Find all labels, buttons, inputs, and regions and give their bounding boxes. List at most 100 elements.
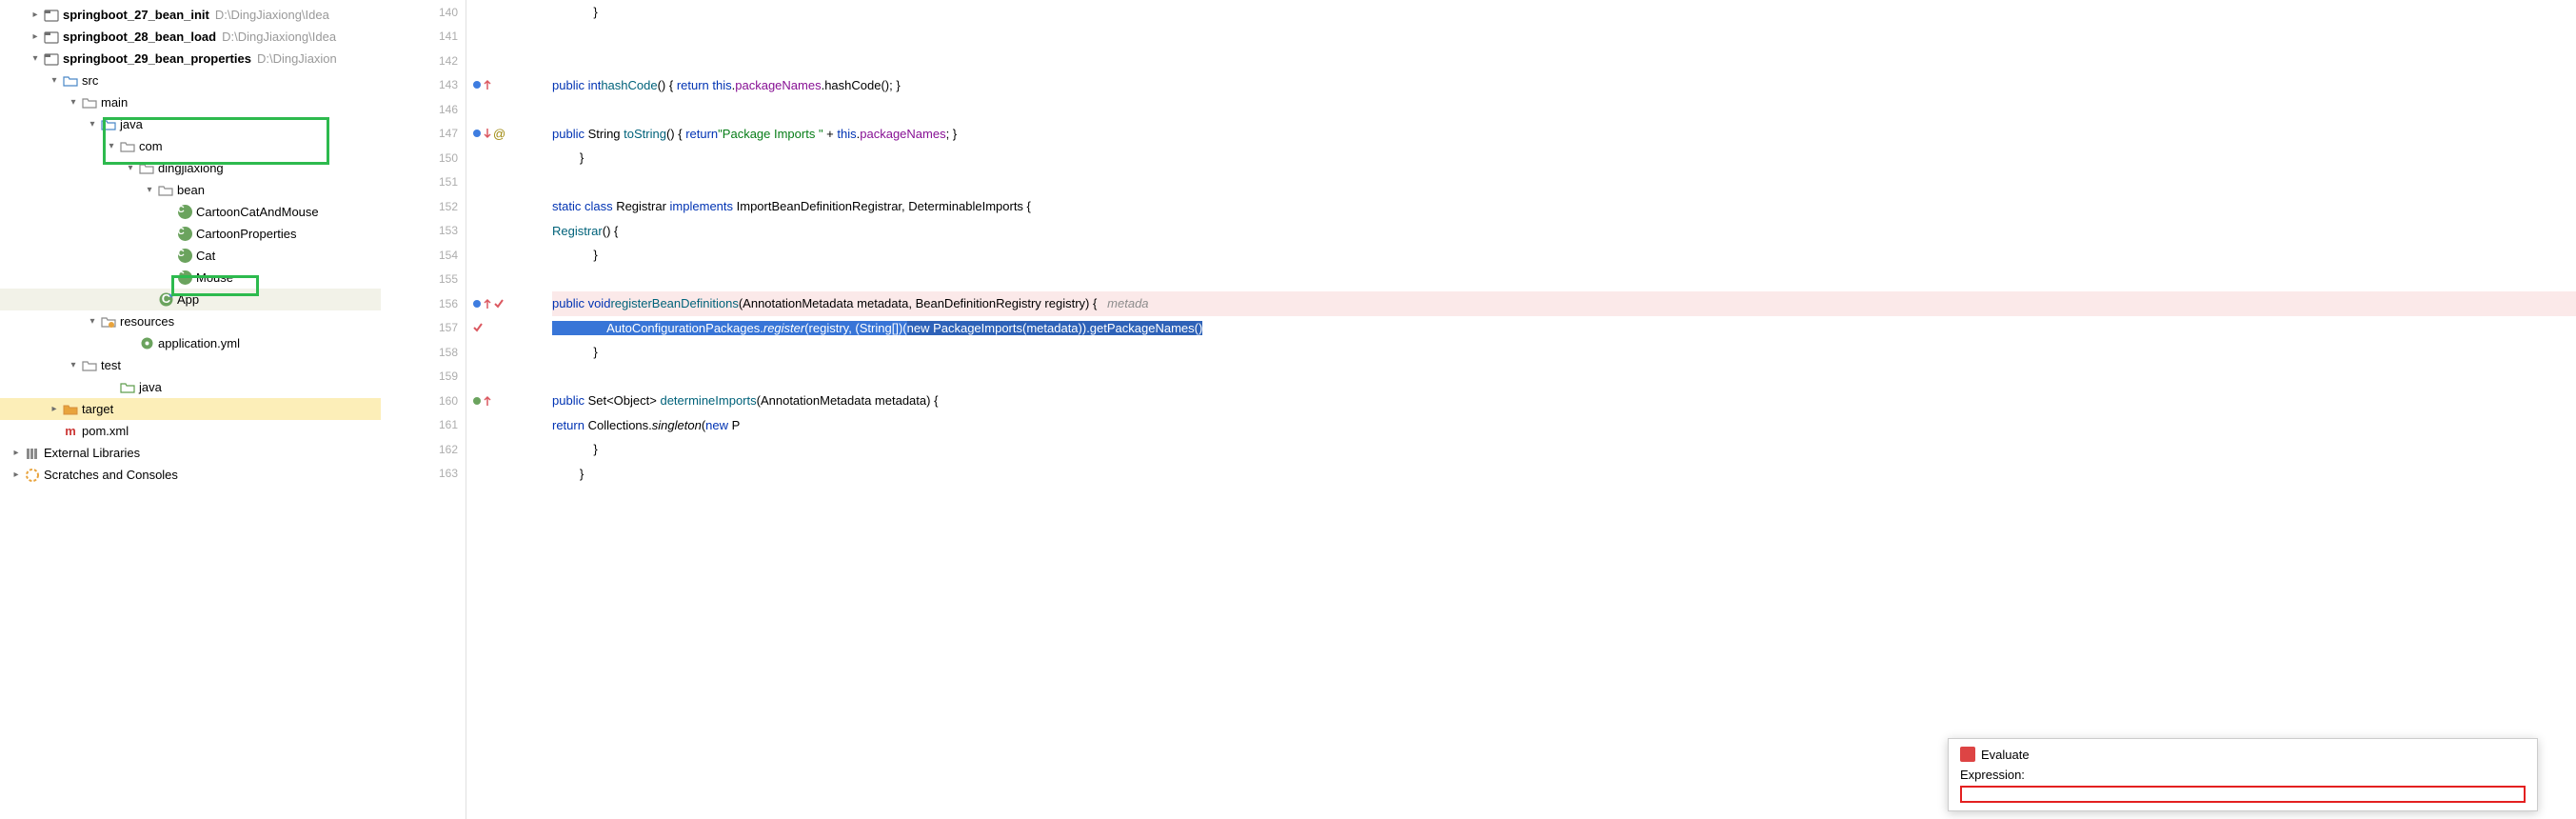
expand-arrow-icon[interactable]: ▾ xyxy=(48,74,61,88)
tree-item[interactable]: mpom.xml xyxy=(0,420,381,442)
gutter-marker-cell[interactable] xyxy=(466,49,552,73)
code-line[interactable] xyxy=(552,268,2576,292)
expand-arrow-icon[interactable]: ▸ xyxy=(29,9,42,22)
code-line[interactable]: static class Registrar implements Import… xyxy=(552,194,2576,219)
code-line[interactable]: } xyxy=(552,146,2576,170)
expand-arrow-icon[interactable] xyxy=(124,337,137,350)
gutter-marker-cell[interactable] xyxy=(466,170,552,195)
project-tree-sidebar[interactable]: ▸springboot_27_bean_initD:\DingJiaxiong\… xyxy=(0,0,381,819)
gutter-markers[interactable]: @ xyxy=(466,0,552,819)
line-number[interactable]: 153 xyxy=(381,219,466,244)
code-line[interactable]: } xyxy=(552,340,2576,365)
gutter-marker-cell[interactable] xyxy=(466,219,552,244)
expand-arrow-icon[interactable]: ▾ xyxy=(86,118,99,131)
code-line[interactable]: } xyxy=(552,437,2576,462)
breakpoint-dot-icon[interactable] xyxy=(472,299,482,309)
expression-input[interactable] xyxy=(1960,786,2526,803)
tree-item[interactable]: ▸springboot_27_bean_initD:\DingJiaxiong\… xyxy=(0,4,381,26)
override-arrow-icon[interactable] xyxy=(484,128,491,139)
expand-arrow-icon[interactable] xyxy=(48,425,61,438)
tree-item[interactable]: CCat xyxy=(0,245,381,267)
breakpoint-dot-icon[interactable] xyxy=(472,80,482,90)
expand-arrow-icon[interactable]: ▾ xyxy=(86,315,99,329)
expand-arrow-icon[interactable]: ▸ xyxy=(48,403,61,416)
line-number[interactable]: 152 xyxy=(381,194,466,219)
expand-arrow-icon[interactable] xyxy=(162,228,175,241)
line-number[interactable]: 140 xyxy=(381,0,466,25)
code-line[interactable] xyxy=(552,365,2576,390)
tree-item[interactable]: ▾springboot_29_bean_propertiesD:\DingJia… xyxy=(0,48,381,70)
code-line[interactable] xyxy=(552,97,2576,122)
line-number[interactable]: 147 xyxy=(381,122,466,147)
line-number[interactable]: 159 xyxy=(381,365,466,390)
gutter-marker-cell[interactable] xyxy=(466,73,552,98)
gutter-marker-cell[interactable] xyxy=(466,462,552,487)
gutter-marker-cell[interactable] xyxy=(466,389,552,413)
override-arrow-icon[interactable] xyxy=(484,79,491,90)
line-number[interactable]: 146 xyxy=(381,97,466,122)
expand-arrow-icon[interactable]: ▾ xyxy=(67,96,80,110)
code-line[interactable]: } xyxy=(552,462,2576,487)
line-number-gutter[interactable]: 1401411421431461471501511521531541551561… xyxy=(381,0,466,819)
expand-arrow-icon[interactable] xyxy=(105,381,118,394)
breakpoint-dot-icon[interactable] xyxy=(472,396,482,406)
tree-item[interactable]: CCartoonProperties xyxy=(0,223,381,245)
error-check-icon[interactable] xyxy=(472,322,484,333)
tree-item[interactable]: ▾bean xyxy=(0,179,381,201)
gutter-marker-cell[interactable] xyxy=(466,268,552,292)
gutter-marker-cell[interactable] xyxy=(466,291,552,316)
line-number[interactable]: 142 xyxy=(381,49,466,73)
evaluate-popup[interactable]: Evaluate Expression: xyxy=(1948,738,2538,811)
line-number[interactable]: 143 xyxy=(381,73,466,98)
gutter-marker-cell[interactable] xyxy=(466,0,552,25)
line-number[interactable]: 160 xyxy=(381,389,466,413)
line-number[interactable]: 156 xyxy=(381,291,466,316)
tree-item[interactable]: application.yml xyxy=(0,332,381,354)
tree-item[interactable]: ▾resources xyxy=(0,310,381,332)
tree-item[interactable]: java xyxy=(0,376,381,398)
expand-arrow-icon[interactable] xyxy=(162,250,175,263)
code-line[interactable]: } xyxy=(552,243,2576,268)
line-number[interactable]: 158 xyxy=(381,340,466,365)
code-line[interactable]: return Collections.singleton(new P xyxy=(552,413,2576,438)
expand-arrow-icon[interactable]: ▾ xyxy=(67,359,80,372)
expand-arrow-icon[interactable] xyxy=(143,293,156,307)
tree-item[interactable]: ▾src xyxy=(0,70,381,91)
tree-item[interactable]: ▾test xyxy=(0,354,381,376)
gutter-marker-cell[interactable] xyxy=(466,365,552,390)
gutter-marker-cell[interactable] xyxy=(466,97,552,122)
code-line[interactable]: public Set<Object> determineImports(Anno… xyxy=(552,389,2576,413)
code-line[interactable]: Registrar() { xyxy=(552,219,2576,244)
expand-arrow-icon[interactable]: ▸ xyxy=(10,469,23,482)
code-line[interactable]: public int hashCode() { return this.pack… xyxy=(552,73,2576,98)
tree-item[interactable]: ▸Scratches and Consoles xyxy=(0,464,381,486)
line-number[interactable]: 161 xyxy=(381,413,466,438)
gutter-marker-cell[interactable] xyxy=(466,437,552,462)
override-arrow-icon[interactable] xyxy=(484,395,491,407)
gutter-marker-cell[interactable]: @ xyxy=(466,122,552,147)
gutter-marker-cell[interactable] xyxy=(466,146,552,170)
error-check-icon[interactable] xyxy=(493,298,505,310)
code-editor[interactable]: } public int hashCode() { return this.pa… xyxy=(552,0,2576,819)
line-number[interactable]: 150 xyxy=(381,146,466,170)
code-line[interactable] xyxy=(552,25,2576,50)
expand-arrow-icon[interactable]: ▾ xyxy=(29,52,42,66)
tree-item[interactable]: ▾main xyxy=(0,91,381,113)
gutter-marker-cell[interactable] xyxy=(466,25,552,50)
override-arrow-icon[interactable] xyxy=(484,298,491,310)
code-line[interactable]: public String toString() { return "Packa… xyxy=(552,122,2576,147)
expand-arrow-icon[interactable]: ▸ xyxy=(10,447,23,460)
code-line[interactable] xyxy=(552,49,2576,73)
gutter-marker-cell[interactable] xyxy=(466,243,552,268)
gutter-marker-cell[interactable] xyxy=(466,194,552,219)
gutter-marker-cell[interactable] xyxy=(466,316,552,341)
line-number[interactable]: 162 xyxy=(381,437,466,462)
code-line[interactable] xyxy=(552,170,2576,195)
gutter-marker-cell[interactable] xyxy=(466,413,552,438)
line-number[interactable]: 141 xyxy=(381,25,466,50)
line-number[interactable]: 155 xyxy=(381,268,466,292)
expand-arrow-icon[interactable]: ▾ xyxy=(143,184,156,197)
tree-item[interactable]: ▸target xyxy=(0,398,381,420)
line-number[interactable]: 163 xyxy=(381,462,466,487)
expand-arrow-icon[interactable] xyxy=(162,206,175,219)
